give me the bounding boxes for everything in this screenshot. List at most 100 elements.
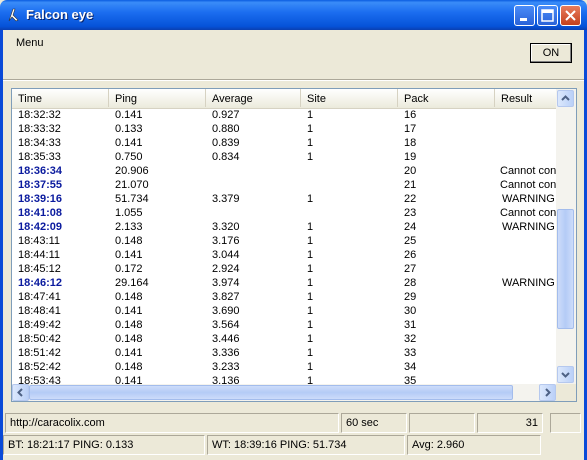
cell-ping: 51.734 [115,193,149,205]
table-row[interactable]: 18:37:55 21.070 21 Cannot conn [12,178,556,192]
table-row[interactable]: 18:44:11 0.141 3.044 1 26 [12,248,556,262]
cell-pack: 23 [404,207,417,219]
status-blank [409,413,475,433]
scroll-down-button[interactable] [557,366,574,383]
table-row[interactable]: 18:36:34 20.906 20 Cannot conn [12,164,556,178]
cell-result: WARNING [502,277,555,289]
table-row[interactable]: 18:52:42 0.148 3.233 1 34 [12,360,556,374]
cell-average: 3.446 [212,333,240,345]
cell-result [500,248,556,262]
table-row[interactable]: 18:32:32 0.141 0.927 1 16 [12,108,556,122]
cell-site: 1 [307,347,314,359]
cell-time: 18:42:09 [18,221,63,233]
on-toggle-button[interactable]: ON [530,43,572,63]
minimize-button[interactable] [514,5,535,26]
cell-pack: 33 [404,347,417,359]
scroll-left-button[interactable] [12,384,29,401]
scroll-left-icon [17,388,23,397]
table-row[interactable]: 18:43:11 0.148 3.176 1 25 [12,234,556,248]
cell-result [500,136,556,150]
vertical-scroll-thumb[interactable] [557,209,574,329]
table-row[interactable]: 18:33:32 0.133 0.880 1 17 [12,122,556,136]
column-header-pack[interactable]: Pack [398,89,495,107]
cell-ping: 0.141 [115,109,143,121]
cell-ping: 0.148 [115,333,143,345]
cell-time: 18:33:32 [18,123,61,135]
column-header-time[interactable]: Time [12,89,109,107]
table-row[interactable]: 18:41:08 1.055 23 Cannot conn [12,206,556,220]
cell-ping: 0.750 [115,151,143,163]
cell-pack: 32 [404,333,417,345]
status-count: 31 [477,413,543,433]
cell-pack: 26 [404,249,417,261]
cell-time: 18:36:34 [18,165,63,177]
cell-result [500,374,556,384]
cell-time: 18:32:32 [18,109,61,121]
column-header-average[interactable]: Average [206,89,301,107]
cell-ping: 0.172 [115,263,143,275]
cell-time: 18:45:12 [18,263,61,275]
vertical-scrollbar[interactable] [556,89,576,384]
status-worst-time: WT: 18:39:16 PING: 51.734 [207,435,405,455]
cell-result [500,332,556,346]
scroll-right-button[interactable] [539,384,556,401]
cell-average: 3.974 [212,277,240,289]
app-icon [8,8,19,22]
table-row[interactable]: 18:45:12 0.172 2.924 1 27 [12,262,556,276]
status-interval: 60 sec [341,413,407,433]
cell-result: WARNING [502,193,555,205]
cell-pack: 27 [404,263,417,275]
table-row[interactable]: 18:46:12 29.164 3.974 1 28 WARNING [12,276,556,290]
cell-ping: 0.148 [115,361,143,373]
cell-average: 3.233 [212,361,240,373]
cell-average: 0.834 [212,151,240,163]
table-row[interactable]: 18:39:16 51.734 3.379 1 22 WARNING [12,192,556,206]
horizontal-scrollbar[interactable] [12,384,556,401]
column-header-result[interactable]: Result [495,89,556,107]
cell-ping: 29.164 [115,277,149,289]
table-row[interactable]: 18:35:33 0.750 0.834 1 19 [12,150,556,164]
cell-pack: 20 [404,165,417,177]
cell-site: 1 [307,305,314,317]
column-header-ping[interactable]: Ping [109,89,206,107]
maximize-button[interactable] [537,5,558,26]
cell-site: 1 [307,221,314,233]
close-button[interactable] [560,5,581,26]
cell-site: 1 [307,249,314,261]
cell-pack: 19 [404,151,417,163]
title-bar[interactable]: Falcon eye [0,0,587,30]
table-row[interactable]: 18:49:42 0.148 3.564 1 31 [12,318,556,332]
cell-time: 18:37:55 [18,179,63,191]
table-row[interactable]: 18:48:41 0.141 3.690 1 30 [12,304,556,318]
table-row[interactable]: 18:50:42 0.148 3.446 1 32 [12,332,556,346]
cell-pack: 24 [404,221,417,233]
cell-site [307,164,397,178]
cell-result [500,346,556,360]
scroll-up-button[interactable] [557,90,574,107]
table-row[interactable]: 18:47:41 0.148 3.827 1 29 [12,290,556,304]
cell-time: 18:39:16 [18,193,63,205]
horizontal-scroll-thumb[interactable] [29,385,513,400]
cell-result [500,262,556,276]
cell-time: 18:51:42 [18,347,61,359]
window-title: Falcon eye [26,7,94,22]
cell-average: 2.924 [212,263,240,275]
cell-pack: 35 [404,375,417,384]
cell-site: 1 [307,137,314,149]
menu-item[interactable]: Menu [16,37,44,49]
cell-site: 1 [307,193,314,205]
cell-site: 1 [307,277,314,289]
table-row[interactable]: 18:51:42 0.141 3.336 1 33 [12,346,556,360]
table-row[interactable]: 18:34:33 0.141 0.839 1 18 [12,136,556,150]
results-table[interactable]: Time Ping Average Site Pack Result 18:32… [11,88,577,402]
cell-ping: 21.070 [115,179,149,191]
cell-average: 0.927 [212,109,240,121]
cell-result [500,150,556,164]
table-row[interactable]: 18:42:09 2.133 3.320 1 24 WARNING [12,220,556,234]
cell-time: 18:43:11 [18,235,61,247]
table-row[interactable]: 18:53:43 0.141 3.136 1 35 [12,374,556,384]
cell-pack: 31 [404,319,417,331]
column-header-site[interactable]: Site [301,89,398,107]
cell-site: 1 [307,109,314,121]
cell-ping: 0.141 [115,347,143,359]
